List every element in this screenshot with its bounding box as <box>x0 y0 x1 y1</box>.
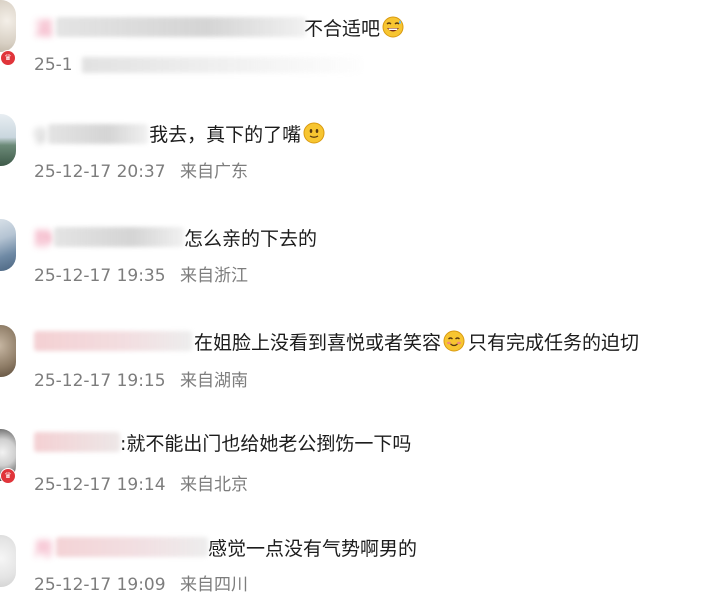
redaction-mark <box>34 331 192 351</box>
location: 来自四川 <box>179 575 248 595</box>
comment-line: :就不能出门也给她老公捯饬一下吗 <box>34 427 411 457</box>
vip-badge-icon: ♛ <box>0 468 16 484</box>
comment-line: 用 感觉一点没有气势啊男的 <box>34 532 417 562</box>
comment-line: 静 怎么亲的下去的 <box>34 222 317 252</box>
timestamp: 25-12-17 19:35 <box>34 266 166 286</box>
comment-text-continued: 只有完成任务的迫切 <box>468 331 640 354</box>
smile-emoji-icon <box>303 122 325 144</box>
timestamp: 25-12-17 19:09 <box>34 575 166 595</box>
comment-meta: 25-12-17 19:15 来自湖南 <box>34 366 248 391</box>
user-name[interactable]: 静 <box>34 224 54 251</box>
comment-line: 在姐脸上没看到喜悦或者笑容 只有完成任务的迫切 <box>34 326 639 356</box>
comment-text: 怎么亲的下去的 <box>184 227 318 250</box>
redaction-mark <box>34 432 120 452</box>
comment-meta: 25-12-17 19:09 来自四川 <box>34 570 248 595</box>
location: 来自浙江 <box>179 266 248 286</box>
comment-meta: 25-12-17 19:35 来自浙江 <box>34 261 248 286</box>
blush-emoji-icon <box>443 330 465 352</box>
comment-text: 不合适吧 <box>304 17 381 40</box>
comment-meta: 25-12-17 20:37 来自广东 <box>34 157 248 182</box>
avatar[interactable] <box>0 535 16 587</box>
location: 来自湖南 <box>179 371 248 391</box>
user-name[interactable]: 湄 <box>34 14 54 41</box>
comment-meta: 25-1 <box>34 55 362 75</box>
comment-text: 感觉一点没有气势啊男的 <box>208 537 418 560</box>
avatar[interactable] <box>0 0 16 52</box>
avatar-photo <box>0 325 16 377</box>
avatar-photo <box>0 0 16 52</box>
avatar[interactable] <box>0 325 16 377</box>
comment-line: 湄 不合适吧 <box>34 12 404 42</box>
redaction-mark <box>54 227 184 247</box>
grinning-sweat-emoji-icon <box>382 16 404 38</box>
timestamp: 25-12-17 19:15 <box>34 371 166 391</box>
location: 来自广东 <box>179 162 248 182</box>
redaction-mark <box>81 57 362 73</box>
comment-item: 在姐脸上没看到喜悦或者笑容 只有完成任务的迫切 25-12-17 19:15 来… <box>0 317 719 417</box>
comment-text: 在姐脸上没看到喜悦或者笑容 <box>194 331 442 354</box>
avatar-photo <box>0 219 16 271</box>
redaction-mark <box>56 17 306 37</box>
avatar-photo <box>0 114 16 166</box>
avatar-photo <box>0 535 16 587</box>
comment-item: ♛ 湄 不合适吧 25-1 <box>0 0 719 100</box>
timestamp: 25-12-17 20:37 <box>34 162 166 182</box>
comment-feed: ♛ 湄 不合适吧 25-1 g 我去，真下的了嘴 25-12-17 20:37 … <box>0 0 719 614</box>
redaction-mark <box>48 124 148 144</box>
vip-badge-icon: ♛ <box>0 50 16 66</box>
redaction-mark <box>56 537 208 557</box>
comment-item: g 我去，真下的了嘴 25-12-17 20:37 来自广东 <box>0 108 719 208</box>
location: 来自北京 <box>179 475 248 495</box>
comment-item: 用 感觉一点没有气势啊男的 25-12-17 19:09 来自四川 <box>0 527 719 614</box>
comment-meta: 25-12-17 19:14 来自北京 <box>34 470 248 495</box>
avatar[interactable] <box>0 114 16 166</box>
user-name[interactable]: 用 <box>34 534 54 561</box>
comment-text: :就不能出门也给她老公捯饬一下吗 <box>120 432 412 455</box>
avatar[interactable] <box>0 219 16 271</box>
comment-line: g 我去，真下的了嘴 <box>34 118 325 148</box>
comment-item: ♛ :就不能出门也给她老公捯饬一下吗 25-12-17 19:14 来自北京 <box>0 423 719 523</box>
comment-text: 我去，真下的了嘴 <box>149 123 302 146</box>
user-name[interactable]: g <box>34 122 47 144</box>
comment-item: 静 怎么亲的下去的 25-12-17 19:35 来自浙江 <box>0 213 719 313</box>
timestamp: 25-12-17 19:14 <box>34 475 166 495</box>
timestamp: 25-1 <box>34 55 73 75</box>
